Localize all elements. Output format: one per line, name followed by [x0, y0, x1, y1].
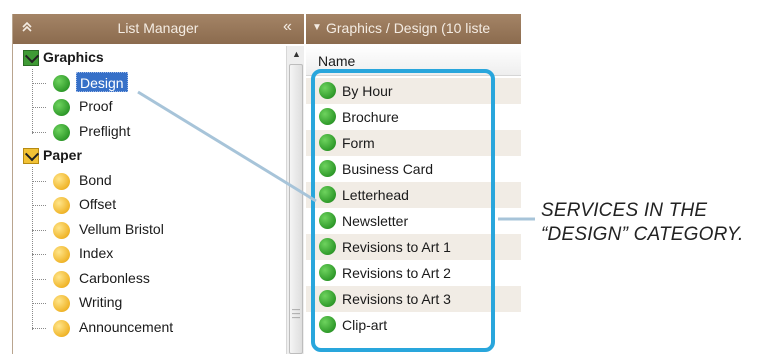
- tree-connector: [32, 254, 46, 255]
- tree-item-writing[interactable]: Writing: [13, 291, 286, 315]
- caption-line-1: SERVICES IN THE: [541, 200, 708, 221]
- scrollbar-grip-icon: — — —: [292, 305, 300, 322]
- tree-item-vellum-bristol[interactable]: Vellum Bristol: [13, 218, 286, 242]
- green-status-icon: [53, 74, 70, 92]
- green-status-icon: [53, 99, 70, 116]
- tree-item-design[interactable]: Design: [13, 71, 286, 95]
- yellow-category-icon: [23, 148, 39, 164]
- category-tree: Graphics Design Proof Preflight Paper Bond Off…: [13, 46, 286, 354]
- tree-label: Announcement: [79, 318, 174, 335]
- tree-label: Index: [79, 245, 114, 261]
- tree-guide-line: [32, 68, 33, 134]
- tree-connector: [32, 205, 46, 206]
- tree-item-index[interactable]: Index: [13, 242, 286, 266]
- yellow-status-icon: [53, 295, 70, 312]
- yellow-status-icon: [53, 270, 70, 288]
- tree-label: Vellum Bristol: [79, 220, 164, 237]
- yellow-status-icon: [53, 172, 70, 190]
- tree-label: Graphics: [43, 49, 104, 65]
- tree-guide-line: [32, 166, 33, 330]
- tree-label: Bond: [79, 171, 112, 188]
- tree-connector: [32, 327, 46, 329]
- tree-label: Design: [76, 71, 128, 92]
- green-status-icon: [53, 123, 70, 141]
- yellow-status-icon: [53, 221, 70, 239]
- tree-connector: [32, 107, 46, 108]
- tree-connector: [32, 131, 46, 133]
- tree-connector: [32, 180, 46, 182]
- tree-label: Preflight: [79, 122, 131, 139]
- tree-scrollbar[interactable]: ▲ — — —: [286, 46, 304, 354]
- tree-item-preflight[interactable]: Preflight: [13, 120, 286, 144]
- tree-label: Carbonless: [79, 269, 150, 286]
- dropdown-triangle-icon[interactable]: ▼: [312, 22, 322, 33]
- collapse-up-icon[interactable]: [21, 20, 33, 37]
- tree-label: Proof: [79, 98, 113, 114]
- list-items-header: ▼ Graphics / Design (10 liste: [306, 14, 521, 44]
- tree-connector: [32, 303, 46, 304]
- tree-connector: [32, 278, 46, 280]
- tree-item-announcement[interactable]: Announcement: [13, 316, 286, 340]
- tree-connector: [32, 82, 46, 84]
- list-manager-title: List Manager: [117, 20, 199, 36]
- yellow-status-icon: [53, 319, 70, 337]
- tree-category-graphics[interactable]: Graphics: [13, 46, 286, 70]
- collapse-left-icon[interactable]: «: [283, 18, 292, 36]
- tree-item-bond[interactable]: Bond: [13, 169, 286, 193]
- tree-label: Paper: [43, 147, 82, 163]
- highlight-box: [311, 69, 495, 352]
- yellow-status-icon: [53, 197, 70, 214]
- caption-line-2: “DESIGN” CATEGORY.: [541, 224, 744, 245]
- yellow-status-icon: [53, 246, 70, 263]
- list-manager-header: List Manager «: [13, 14, 304, 44]
- breadcrumb: Graphics / Design (10 liste: [326, 20, 491, 36]
- tree-item-carbonless[interactable]: Carbonless: [13, 267, 286, 291]
- green-category-icon: [23, 50, 39, 66]
- scroll-up-icon[interactable]: ▲: [292, 49, 301, 59]
- list-manager-panel: List Manager « Graphics Design Proof Prefli…: [12, 14, 304, 354]
- tree-connector: [32, 229, 46, 231]
- annotation-caption: SERVICES IN THE “DESIGN” CATEGORY.: [541, 199, 743, 247]
- tree-item-offset[interactable]: Offset: [13, 193, 286, 217]
- tree-label: Offset: [79, 196, 117, 212]
- tree-label: Writing: [79, 294, 123, 310]
- column-header-label: Name: [318, 53, 356, 69]
- tree-item-proof[interactable]: Proof: [13, 95, 286, 119]
- tree-category-paper[interactable]: Paper: [13, 144, 286, 168]
